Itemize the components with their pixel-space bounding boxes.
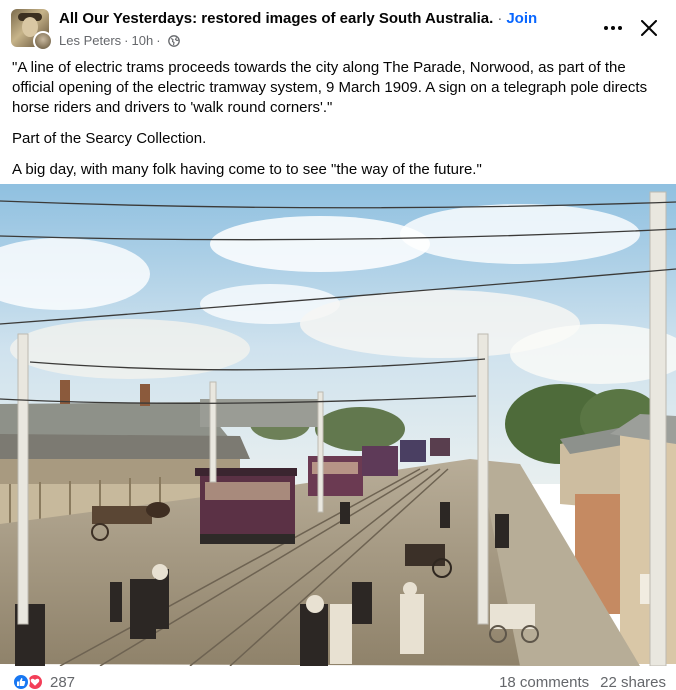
post-paragraph: Part of the Searcy Collection. [12,130,207,147]
shares-count-link[interactable]: 22 shares [600,674,666,690]
post-footer: 287 18 comments 22 shares [0,670,676,690]
post-paragraph: "A line of electric trams proceeds towar… [12,59,648,116]
group-avatar[interactable] [11,9,53,51]
close-button[interactable] [636,14,662,42]
post-meta: Les Peters · 10h · [59,33,180,48]
post-body: "A line of electric trams proceeds towar… [12,58,667,191]
title-separator-dot: · [497,10,503,27]
engagement-counts: 18 comments 22 shares [499,674,666,690]
more-options-button[interactable] [598,15,628,41]
post-timestamp[interactable]: 10h [132,33,154,48]
author-name-link[interactable]: Les Peters [59,33,121,48]
reaction-count: 287 [50,673,76,690]
globe-icon[interactable] [167,34,180,47]
group-name-link[interactable]: All Our Yesterdays: restored images of e… [59,10,493,27]
post-header: All Our Yesterdays: restored images of e… [0,0,676,56]
post-title-line: All Our Yesterdays: restored images of e… [59,10,537,27]
like-icon [12,673,30,690]
post-paragraph: A big day, with many folk having come to… [12,161,482,178]
meta-separator-dot: · [124,33,129,48]
close-icon [641,20,657,36]
comments-count-link[interactable]: 18 comments [499,674,589,690]
reactions-summary[interactable]: 287 [12,673,75,690]
author-avatar[interactable] [33,31,53,51]
join-button[interactable]: Join [506,10,537,27]
post-photo[interactable] [0,184,676,666]
tram-street-photo [0,184,676,666]
more-horizontal-icon [604,26,622,30]
feed-post: All Our Yesterdays: restored images of e… [0,0,676,690]
meta-separator-dot-2: · [156,33,161,48]
